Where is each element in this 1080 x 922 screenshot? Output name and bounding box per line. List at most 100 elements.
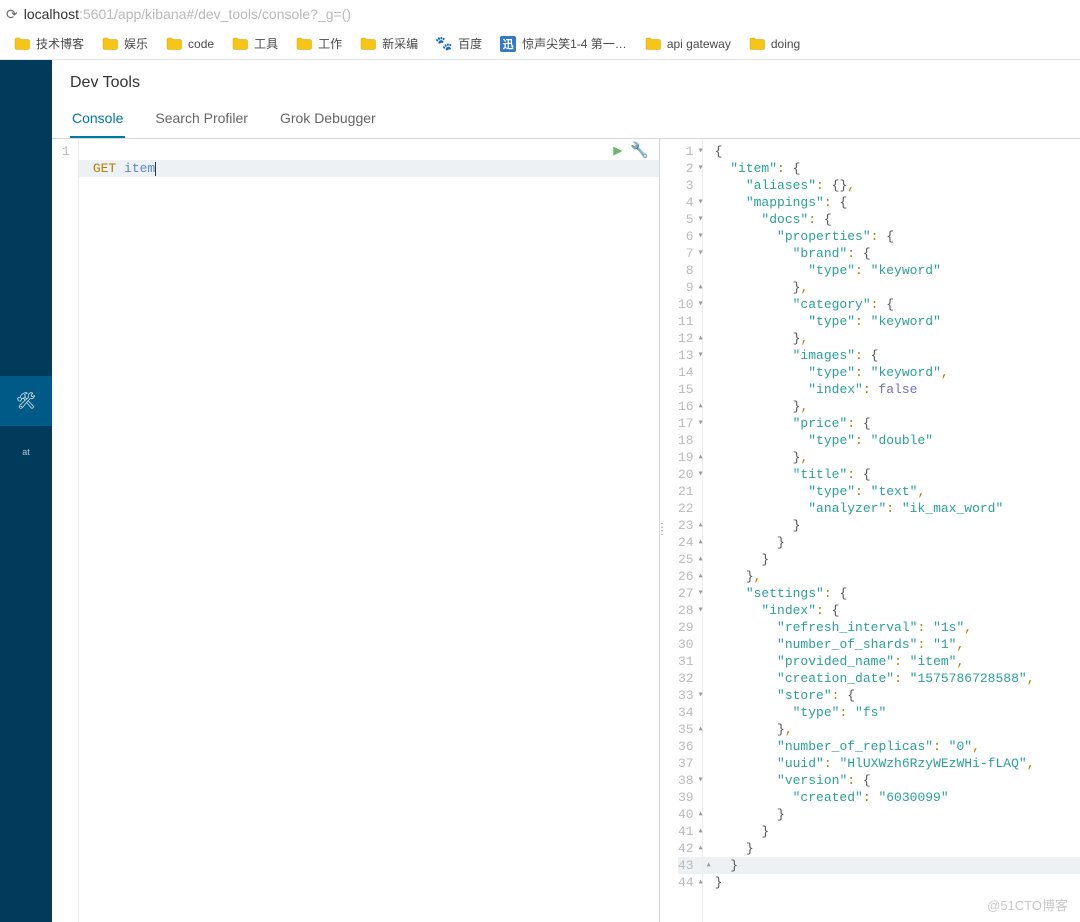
line-number: 40▴	[678, 806, 694, 823]
line-number: 37	[678, 755, 694, 772]
sidebar-item[interactable]	[0, 126, 52, 176]
fold-toggle-icon[interactable]: ▴	[696, 279, 706, 296]
bookmark-item[interactable]: 娱乐	[102, 35, 148, 52]
bookmark-label: 百度	[458, 35, 482, 52]
sidebar-item[interactable]	[0, 176, 52, 226]
response-editor[interactable]: ⋮⋮ 1▾2▾34▾5▾6▾7▾89▴10▾1112▴13▾141516▴17▾…	[660, 139, 1080, 922]
fold-toggle-icon[interactable]: ▴	[696, 823, 706, 840]
line-number: 18	[678, 432, 694, 449]
endpoint: item	[124, 161, 155, 176]
fold-toggle-icon[interactable]: ▴	[696, 449, 706, 466]
bookmark-label: 技术博客	[36, 35, 84, 52]
fold-toggle-icon[interactable]: ▾	[696, 211, 706, 228]
line-number: 9▴	[678, 279, 694, 296]
bookmark-item[interactable]: 技术博客	[14, 35, 84, 52]
line-number: 30	[678, 636, 694, 653]
line-number: 1▾	[678, 143, 694, 160]
fold-toggle-icon[interactable]: ▴	[696, 568, 706, 585]
sidebar-item[interactable]	[0, 276, 52, 326]
fold-toggle-icon[interactable]: ▾	[696, 160, 706, 177]
folder-icon	[645, 37, 661, 51]
tab-grok-debugger[interactable]: Grok Debugger	[278, 104, 378, 138]
http-method: GET	[93, 161, 116, 176]
line-number: 28▾	[678, 602, 694, 619]
fold-toggle-icon[interactable]: ▾	[696, 687, 706, 704]
fold-toggle-icon[interactable]: ▾	[696, 194, 706, 211]
bookmark-label: code	[188, 37, 214, 51]
line-number: 44▴	[678, 874, 694, 891]
line-number: 1	[62, 143, 70, 160]
bookmark-item[interactable]: 🐾百度	[436, 35, 482, 52]
tab-search-profiler[interactable]: Search Profiler	[153, 104, 250, 138]
line-number: 19▴	[678, 449, 694, 466]
line-number: 8	[678, 262, 694, 279]
bookmark-item[interactable]: doing	[749, 37, 800, 51]
fold-toggle-icon[interactable]: ▾	[696, 415, 706, 432]
bookmark-label: doing	[771, 37, 800, 51]
kibana-sidebar: 🛠 at	[0, 60, 52, 922]
fold-toggle-icon[interactable]: ▴	[696, 330, 706, 347]
fold-toggle-icon[interactable]: ▾	[696, 585, 706, 602]
bookmark-label: 新采编	[382, 35, 418, 52]
fold-toggle-icon[interactable]: ▾	[696, 772, 706, 789]
fold-toggle-icon[interactable]: ▾	[696, 347, 706, 364]
sidebar-item[interactable]: at	[0, 426, 52, 476]
folder-icon	[232, 37, 248, 51]
sidebar-item[interactable]	[0, 76, 52, 126]
fold-toggle-icon[interactable]: ▾	[696, 296, 706, 313]
line-number: 31	[678, 653, 694, 670]
line-number: 27▾	[678, 585, 694, 602]
fold-toggle-icon[interactable]: ▾	[696, 466, 706, 483]
fold-toggle-icon[interactable]: ▴	[696, 840, 706, 857]
request-options-button[interactable]: 🔧	[630, 143, 649, 160]
line-number: 3	[678, 177, 694, 194]
fold-toggle-icon[interactable]: ▾	[696, 245, 706, 262]
request-body[interactable]: GET item	[79, 139, 659, 922]
fold-toggle-icon[interactable]: ▴	[696, 721, 706, 738]
fold-toggle-icon[interactable]: ▴	[696, 874, 706, 891]
line-number: 33▾	[678, 687, 694, 704]
fold-toggle-icon[interactable]: ▴	[696, 806, 706, 823]
line-number: 24▴	[678, 534, 694, 551]
fold-toggle-icon[interactable]: ▴	[696, 398, 706, 415]
line-number: 26▴	[678, 568, 694, 585]
tab-console[interactable]: Console	[70, 104, 125, 138]
bookmark-item[interactable]: 新采编	[360, 35, 418, 52]
request-editor[interactable]: 1 GET item ▶ 🔧	[52, 139, 660, 922]
fold-toggle-icon[interactable]: ▴	[704, 857, 714, 874]
url-text[interactable]: localhost:5601/app/kibana#/dev_tools/con…	[24, 0, 351, 28]
bookmark-label: api gateway	[667, 37, 731, 51]
pane-splitter-handle[interactable]: ⋮⋮	[657, 527, 667, 535]
page-title: Dev Tools	[52, 60, 1080, 94]
line-number: 12▴	[678, 330, 694, 347]
devtools-tabs: Console Search Profiler Grok Debugger	[52, 94, 1080, 139]
folder-icon	[102, 37, 118, 51]
text-cursor	[155, 162, 156, 176]
bookmark-item[interactable]: 工具	[232, 35, 278, 52]
send-request-button[interactable]: ▶	[613, 143, 622, 160]
folder-icon	[296, 37, 312, 51]
bookmark-item[interactable]: 迅惊声尖笑1-4 第一…	[500, 35, 627, 52]
bookmark-item[interactable]: 工作	[296, 35, 342, 52]
line-number: 15	[678, 381, 694, 398]
line-number: 34	[678, 704, 694, 721]
request-gutter: 1	[52, 139, 79, 922]
line-number: 36	[678, 738, 694, 755]
bookmark-item[interactable]: code	[166, 37, 214, 51]
sidebar-item[interactable]	[0, 226, 52, 276]
browser-url-bar[interactable]: ⟳ localhost:5601/app/kibana#/dev_tools/c…	[0, 0, 1080, 28]
fold-toggle-icon[interactable]: ▴	[696, 534, 706, 551]
sidebar-icon: 🛠	[16, 391, 36, 411]
response-body[interactable]: { "item": { "aliases": {}, "mappings": {…	[703, 139, 1080, 922]
fold-toggle-icon[interactable]: ▾	[696, 228, 706, 245]
line-number: 41▴	[678, 823, 694, 840]
sidebar-item[interactable]: 🛠	[0, 376, 52, 426]
fold-toggle-icon[interactable]: ▴	[696, 551, 706, 568]
fold-toggle-icon[interactable]: ▾	[696, 602, 706, 619]
bookmark-label: 工作	[318, 35, 342, 52]
bookmark-item[interactable]: api gateway	[645, 37, 731, 51]
fold-toggle-icon[interactable]: ▾	[696, 143, 706, 160]
fold-toggle-icon[interactable]: ▴	[696, 517, 706, 534]
refresh-icon[interactable]: ⟳	[6, 0, 18, 28]
line-number: 4▾	[678, 194, 694, 211]
